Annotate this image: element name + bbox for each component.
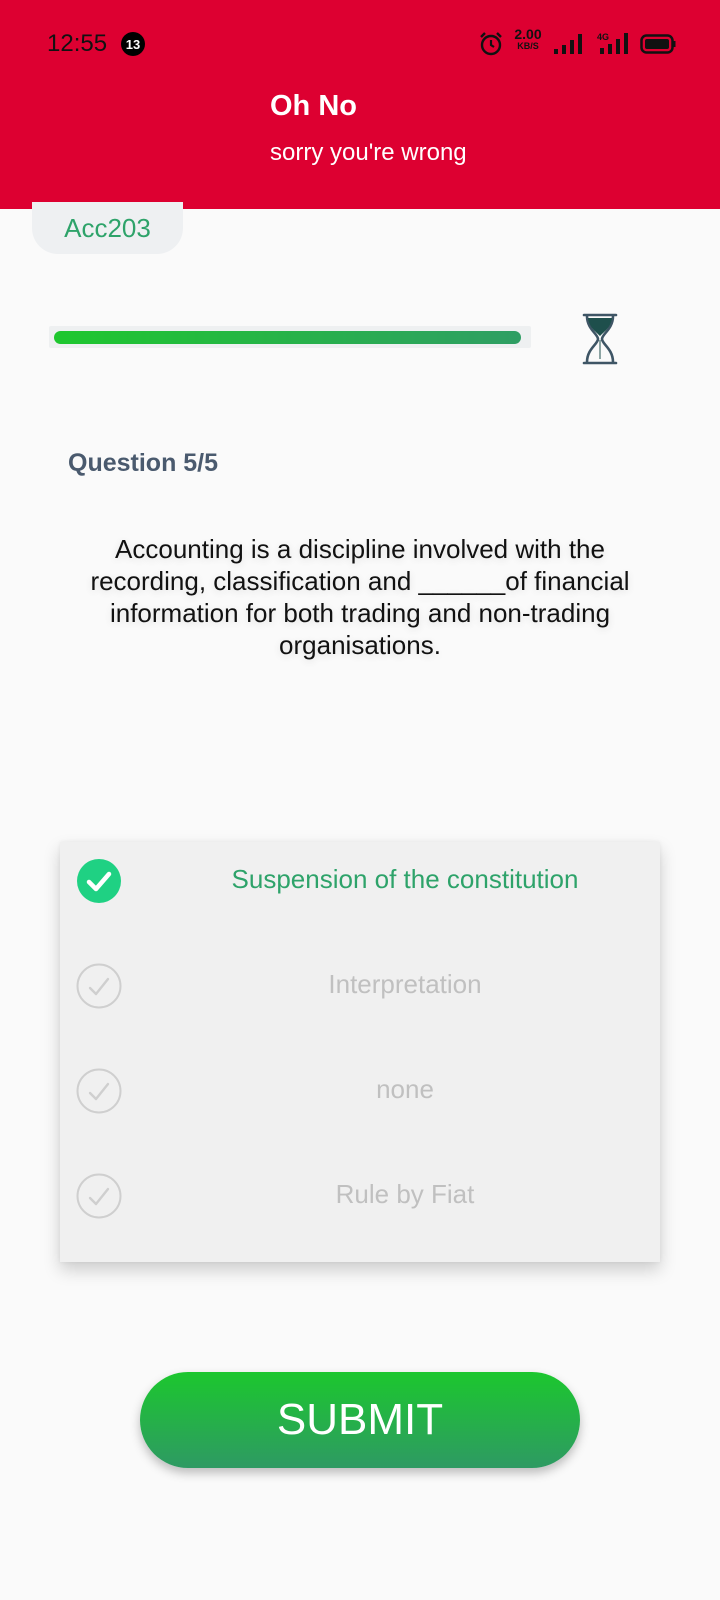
answer-option-4[interactable]: Rule by Fiat: [60, 1157, 660, 1237]
network-speed-unit: KB/S: [517, 41, 539, 51]
network-speed-value: 2.00: [514, 26, 542, 42]
timer-progress-fill: [54, 331, 521, 344]
answer-options: Suspension of the constitution Interpret…: [60, 842, 660, 1262]
alarm-icon: [480, 32, 502, 56]
unselected-check-icon: [76, 1173, 122, 1219]
unselected-check-icon: [76, 1068, 122, 1114]
question-text: Accounting is a discipline involved with…: [90, 534, 630, 660]
question-counter: Question 5/5: [68, 449, 219, 477]
answer-option-1[interactable]: Suspension of the constitution: [60, 842, 660, 922]
answer-option-label: none: [376, 1074, 434, 1104]
submit-button[interactable]: SUBMIT: [140, 1372, 580, 1468]
status-time: 12:55: [47, 30, 108, 57]
answer-option-3[interactable]: none: [60, 1052, 660, 1132]
course-code-chip: Acc203: [32, 202, 183, 254]
result-header: 12:55 13 2.00 KB/S 4G Oh No sorry you're…: [0, 0, 720, 209]
signal-4g-icon: 4G: [597, 32, 628, 54]
timer-progress-bar: [49, 326, 531, 348]
answer-option-2[interactable]: Interpretation: [60, 947, 660, 1027]
answer-option-label: Suspension of the constitution: [231, 864, 579, 894]
hourglass-icon: [582, 313, 618, 365]
selected-check-icon: [77, 859, 121, 903]
signal-icon: [554, 34, 582, 54]
result-subtitle: sorry you're wrong: [270, 139, 467, 166]
result-title: Oh No: [270, 90, 357, 122]
network-speed: 2.00 KB/S: [510, 26, 546, 51]
answer-option-label: Interpretation: [328, 969, 482, 999]
status-bar: 12:55 13 2.00 KB/S 4G: [0, 0, 720, 90]
answer-option-label: Rule by Fiat: [335, 1179, 475, 1209]
network-type-label: 4G: [597, 32, 609, 42]
battery-icon: [640, 34, 676, 54]
notification-count-badge: 13: [121, 32, 145, 56]
unselected-check-icon: [76, 963, 122, 1009]
